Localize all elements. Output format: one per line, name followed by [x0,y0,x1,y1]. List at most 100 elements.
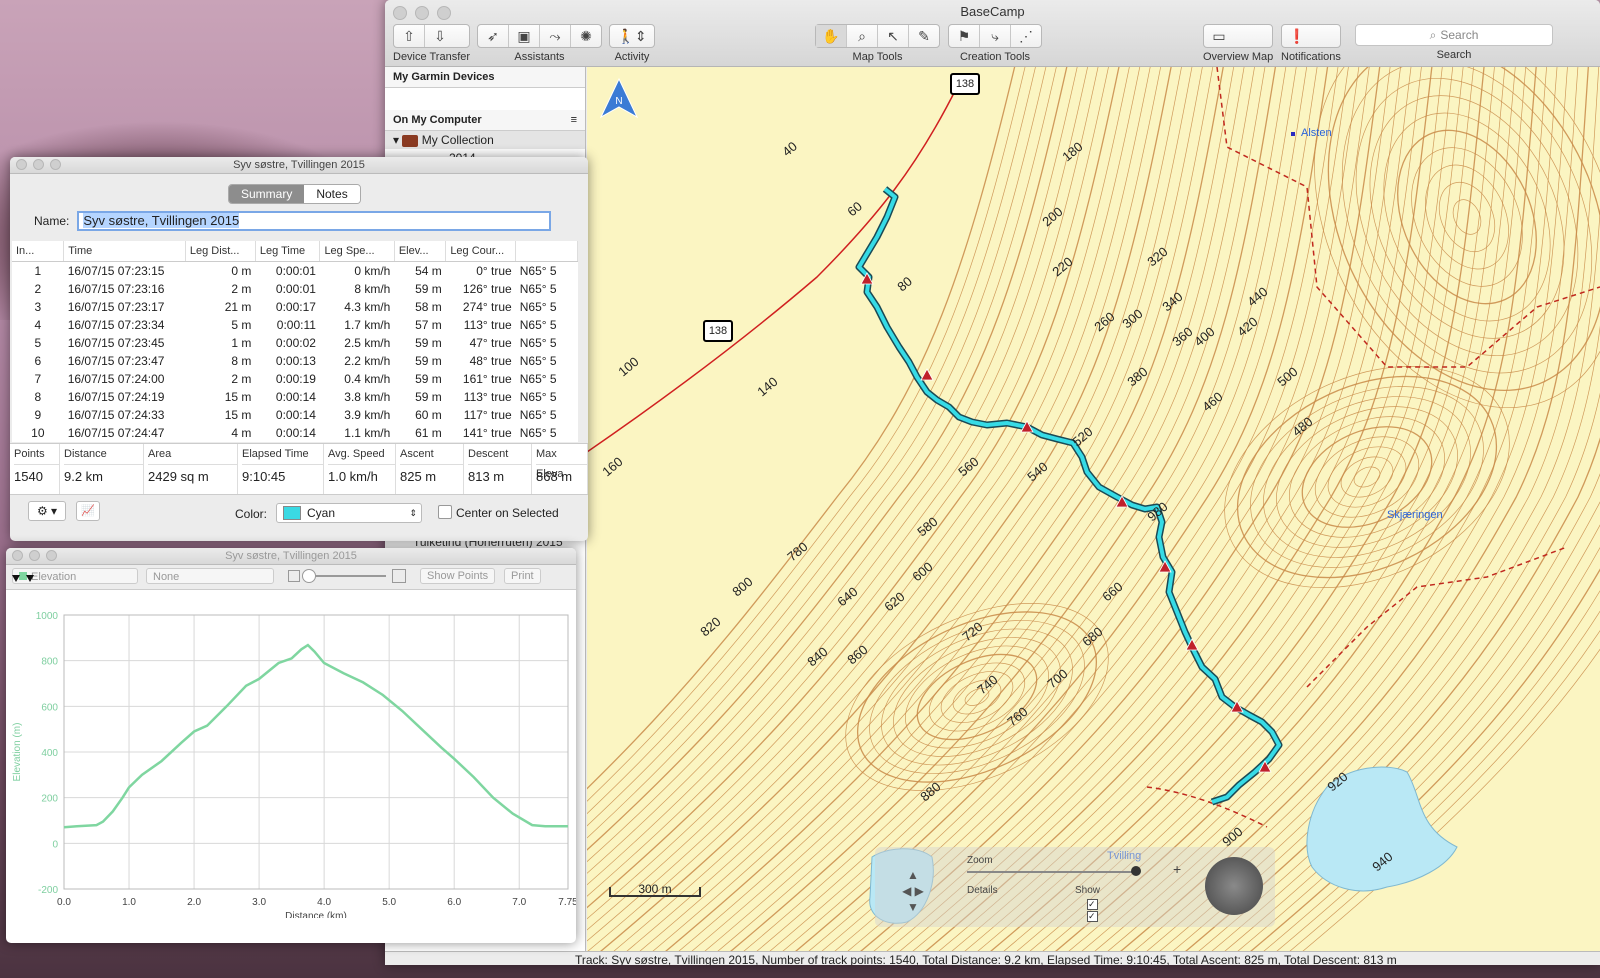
graph-icon[interactable]: 📈 [76,501,100,521]
show-checkbox-1[interactable]: ✓ [1087,899,1098,910]
collection-label: My Collection [421,133,494,147]
column-header[interactable]: Time [63,241,186,262]
table-cell: 5 [34,336,42,350]
table-row[interactable]: 9 16/07/15 07:24:33 15 m 0:00:14 3.9 km/h 60 … [12,406,578,424]
contour-line [716,67,1266,952]
table-cell: 47° true [469,336,512,350]
contour-line [587,67,1016,790]
table-cell: 16/07/15 07:23:16 [67,282,165,296]
contour-label: 300 [1119,306,1145,331]
table-cell: 1.1 km/h [344,426,391,440]
table-cell: N65° 5 [519,282,557,296]
table-cell: 274° true [462,300,512,314]
contour-ring [1236,375,1498,579]
column-header[interactable]: Leg Time [255,241,321,262]
place-label-skjaeringen[interactable]: Skjæringen [1387,509,1443,521]
topo-map[interactable]: 40 60 80 100 140 160 180 200 220 260 300 320 340 360 3… [587,67,1600,952]
table-row[interactable]: 2 16/07/15 07:23:16 2 m 0:00:01 8 km/h 59 m 12… [12,280,578,298]
place-label-alsten[interactable]: Alsten [1291,127,1332,139]
table-row[interactable]: 4 16/07/15 07:23:34 5 m 0:00:11 1.7 km/h 57 m… [12,316,578,334]
table-row[interactable]: 7 16/07/15 07:24:00 2 m 0:00:19 0.4 km/h 59 m… [12,370,578,388]
hand-tool-icon[interactable]: ✋ [816,25,847,47]
send-to-device-icon[interactable]: ⇩ [425,25,455,47]
table-cell: 16/07/15 07:24:00 [67,372,165,386]
zoom-button[interactable] [50,159,61,170]
gear-menu-icon[interactable]: ⚙ ▾ [28,501,66,521]
table-cell: 16/07/15 07:23:15 [67,264,165,278]
center-on-selected-checkbox[interactable] [438,505,452,519]
select-tool-icon[interactable]: ↖ [878,25,909,47]
column-header[interactable]: Elev... [394,241,447,262]
x-tick-label: 3.0 [252,897,266,908]
collection-row[interactable]: ▾ My Collection [385,131,585,149]
activity-group: 🚶⇕ Activity [609,24,655,63]
waypoint-flag-icon[interactable]: ⚑ [949,25,980,47]
table-cell: 8 m [231,354,252,368]
color-label: Color: [235,507,268,521]
table-cell: 4 [34,318,42,332]
x-tick-label: 6.0 [447,897,461,908]
table-cell: 58 m [415,300,442,314]
minimize-button[interactable] [33,159,44,170]
stat-value: 9.2 km [64,469,104,484]
x-tick-label: 5.0 [382,897,396,908]
column-header[interactable]: Leg Cour... [445,241,517,262]
contour-line [625,67,1193,952]
new-route-icon[interactable]: ⤷ [980,25,1011,47]
close-button[interactable] [12,550,23,561]
contour-labels: 406080100140160180200220260 3003203403603… [599,139,1395,875]
track-points-table[interactable]: In... Time Leg Dist... Leg Time Leg Spe... El… [12,241,578,442]
contour-line [728,67,1277,952]
receive-from-device-icon[interactable]: ⇧ [394,25,425,47]
table-row[interactable]: 1 16/07/15 07:23:15 0 m 0:00:01 0 km/h 54 m 0°… [12,262,578,281]
table-row[interactable]: 6 16/07/15 07:23:47 8 m 0:00:13 2.2 km/h 59 m… [12,352,578,370]
zoom-button[interactable] [46,550,57,561]
contour-label: 540 [1024,459,1050,484]
table-cell: 16/07/15 07:23:45 [67,336,165,350]
disclosure-triangle-icon[interactable]: ▾ [393,133,399,147]
backpack-icon[interactable]: ▣ [509,25,540,47]
tab-summary[interactable]: Summary [229,185,305,203]
zoom-tool-icon[interactable]: ⌕ [847,25,878,47]
overview-map-icon[interactable]: ▭ [1204,25,1234,47]
zoom-slider-knob[interactable] [1131,866,1141,876]
tab-notes[interactable]: Notes [304,185,360,203]
compass-dial[interactable] [1205,857,1263,915]
search-placeholder: Search [1440,28,1479,42]
close-button[interactable] [16,159,27,170]
search-input[interactable]: ⌕ Search [1355,24,1553,46]
notifications-icon[interactable]: ❗ [1282,25,1312,47]
contour-line [793,67,1329,952]
zoom-slider[interactable] [967,871,1137,873]
color-value: Cyan [307,506,336,520]
contour-line [858,67,1381,952]
zoom-in-icon[interactable]: + [1173,861,1181,877]
contour-label: 40 [779,139,800,160]
show-checkbox-2[interactable]: ✓ [1087,911,1098,922]
contour-label: 140 [754,374,780,399]
name-field[interactable]: Syv søstre, Tvillingen 2015 [77,211,552,231]
column-header[interactable] [515,241,578,262]
color-select[interactable]: Cyan ⇕ [276,503,422,523]
minimize-button[interactable] [29,550,40,561]
map-canvas[interactable]: 406080100140160180200220260 3003203403603… [587,67,1600,952]
column-header[interactable]: Leg Spe... [319,241,395,262]
overview-map-group: ▭ Overview Map [1203,24,1274,63]
status-bar: Track: Syv søstre, Tvillingen 2015, Numb… [385,951,1600,965]
pan-control[interactable]: ▲ ◀ ▶ ▼ [883,867,943,919]
elevation-chart[interactable]: -200 0 200 400 600 800 1000 0.0 1.0 2.0 3.0 4.0 5.0 6… [6,573,576,918]
table-row[interactable]: 10 16/07/15 07:24:47 4 m 0:00:14 1.1 km/h 61 … [12,424,578,442]
aperture-icon[interactable]: ✺ [571,25,601,47]
column-header[interactable]: In... [12,241,65,262]
new-track-icon[interactable]: ⋰ [1011,25,1041,47]
route-icon[interactable]: ⤳ [540,25,571,47]
measure-tool-icon[interactable]: ✎ [909,25,939,47]
table-row[interactable]: 8 16/07/15 07:24:19 15 m 0:00:14 3.8 km/h 59 … [12,388,578,406]
hiker-activity-icon[interactable]: 🚶⇕ [610,25,654,47]
menu-icon[interactable]: ≡ [571,114,577,126]
table-row[interactable]: 5 16/07/15 07:23:45 1 m 0:00:02 2.5 km/h 59 m… [12,334,578,352]
table-row[interactable]: 3 16/07/15 07:23:17 21 m 0:00:17 4.3 km/h 58 … [12,298,578,316]
collection-folder-icon [402,134,419,147]
column-header[interactable]: Leg Dist... [185,241,256,262]
rocket-icon[interactable]: ➶ [478,25,509,47]
